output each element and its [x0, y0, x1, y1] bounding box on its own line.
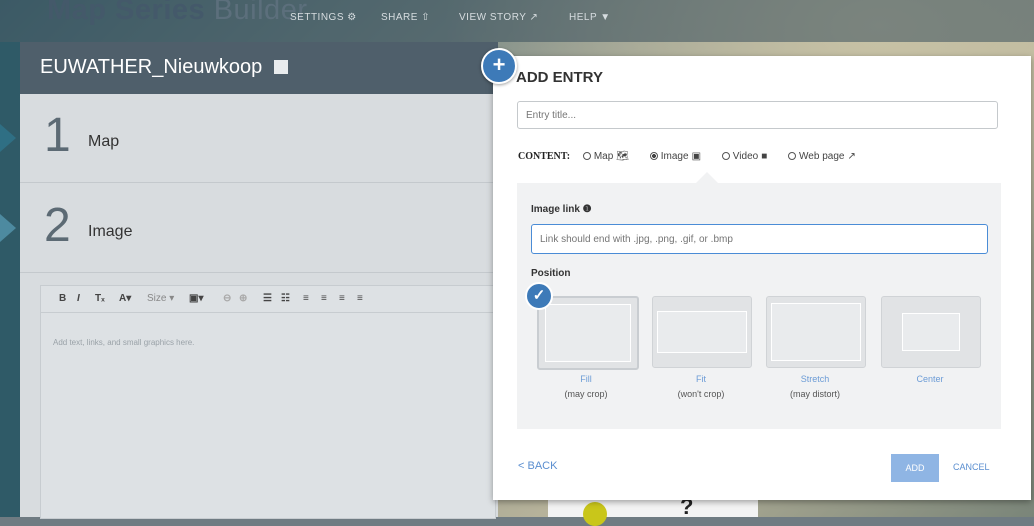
position-stretch-option[interactable]	[766, 296, 866, 368]
back-link[interactable]: < BACK	[518, 460, 557, 472]
app-header: Map Series Builder SETTINGS ⚙ SHARE ⇧ VI…	[0, 0, 1034, 42]
link-button[interactable]: ⊕	[239, 293, 247, 304]
map-marker-icon	[583, 502, 607, 526]
dialog-title: ADD ENTRY	[516, 69, 603, 86]
position-stretch-note: (may distort)	[789, 389, 840, 399]
align-center-button[interactable]: ≡	[321, 293, 327, 304]
position-fit-option[interactable]	[652, 296, 752, 368]
bullet-list-button[interactable]: ☷	[281, 293, 290, 304]
radio-webpage[interactable]	[788, 152, 797, 160]
video-icon: ■	[761, 151, 768, 162]
cancel-button[interactable]: CANCEL	[953, 462, 990, 472]
position-fill-note: (may crop)	[564, 389, 608, 399]
position-fit-preview	[657, 311, 747, 353]
position-fill-preview	[545, 304, 631, 362]
entry-number: 2	[44, 199, 71, 252]
map-preview-strip	[548, 497, 758, 517]
app-title: Map Series Builder	[47, 0, 307, 27]
unlink-button[interactable]: ⊖	[223, 293, 231, 304]
align-right-button[interactable]: ≡	[339, 293, 345, 304]
image-settings-panel: Image link ❶ Position ✓ Fill (may crop) …	[517, 183, 1001, 429]
media-button[interactable]: ▣▾	[189, 293, 203, 304]
content-type-row: CONTENT: Map 🗺︎ Image ▣ Video ■ Web page ↗	[518, 151, 856, 162]
entry-title-input[interactable]	[517, 101, 998, 129]
position-fit-note: (won't crop)	[677, 389, 725, 399]
bold-button[interactable]: B	[59, 293, 66, 304]
option-label: Map	[593, 151, 614, 162]
entry-label: Map	[88, 133, 120, 150]
entry-number: 1	[44, 109, 71, 162]
radio-map[interactable]	[582, 152, 591, 160]
image-link-label: Image link ❶	[531, 204, 592, 215]
editor-placeholder: Add text, links, and small graphics here…	[53, 338, 195, 347]
content-option-video[interactable]: Video ■	[721, 151, 768, 162]
external-link-icon: ↗	[847, 151, 856, 162]
nav-settings[interactable]: SETTINGS ⚙	[290, 12, 357, 23]
align-left-button[interactable]: ≡	[303, 293, 309, 304]
builder-panel: EUWATHER_Nieuwkoop 1 Map 2 Image B I Tₓ …	[0, 42, 498, 519]
add-entry-dialog: + ADD ENTRY CONTENT: Map🗺︎ Image▣ Video■…	[481, 48, 1031, 500]
story-title-text: EUWATHER_Nieuwkoop	[40, 56, 263, 78]
italic-button[interactable]: I	[77, 293, 80, 304]
edit-icon[interactable]	[273, 60, 288, 74]
font-color-button[interactable]: A▾	[119, 293, 131, 304]
nav-share[interactable]: SHARE ⇧	[381, 12, 430, 23]
content-option-image[interactable]: Image ▣	[649, 151, 702, 162]
position-center-label[interactable]: Center	[881, 374, 979, 384]
app-title-bold: Map Series	[47, 0, 206, 26]
entry-item-image[interactable]: 2 Image	[0, 184, 498, 273]
position-center-option[interactable]	[881, 296, 981, 368]
clear-format-button[interactable]: Tₓ	[95, 293, 105, 304]
entry-label: Image	[88, 223, 133, 240]
active-entry-arrow-icon	[0, 124, 16, 152]
editor-toolbar: B I Tₓ A▾ Size ▾ ▣▾ ⊖ ⊕ ☰ ☷ ≡ ≡ ≡ ≡	[41, 286, 495, 313]
story-title[interactable]: EUWATHER_Nieuwkoop	[40, 56, 288, 79]
position-fill-label[interactable]: Fill	[537, 374, 635, 384]
option-label: Image	[660, 151, 689, 162]
nav-help[interactable]: HELP ▼	[569, 12, 611, 23]
camera-icon: ▣	[691, 151, 702, 162]
position-stretch-label[interactable]: Stretch	[766, 374, 864, 384]
position-label: Position	[531, 268, 571, 279]
image-link-input[interactable]	[531, 224, 988, 254]
justify-button[interactable]: ≡	[357, 293, 363, 304]
option-label: Video	[732, 151, 759, 162]
plus-icon: +	[481, 48, 517, 84]
position-stretch-preview	[771, 303, 861, 361]
story-header: EUWATHER_Nieuwkoop	[20, 42, 498, 94]
position-fill-option[interactable]	[537, 296, 639, 370]
map-icon: 🗺︎	[616, 151, 629, 162]
option-label: Web page	[799, 151, 845, 162]
text-editor[interactable]: B I Tₓ A▾ Size ▾ ▣▾ ⊖ ⊕ ☰ ☷ ≡ ≡ ≡ ≡ Add …	[40, 285, 496, 519]
active-entry-arrow-icon	[0, 214, 16, 242]
size-dropdown[interactable]: Size ▾	[147, 293, 174, 304]
content-option-webpage[interactable]: Web page ↗	[788, 151, 856, 162]
entry-item-map[interactable]: 1 Map	[0, 94, 498, 183]
checkmark-icon: ✓	[525, 282, 553, 310]
nav-view-story[interactable]: VIEW STORY ↗	[459, 12, 538, 23]
position-fit-label[interactable]: Fit	[652, 374, 750, 384]
content-label: CONTENT:	[518, 151, 571, 162]
add-button[interactable]: ADD	[891, 454, 939, 482]
left-strip	[0, 42, 20, 517]
content-option-map[interactable]: Map 🗺︎	[582, 151, 629, 162]
position-center-preview	[902, 313, 960, 351]
radio-video[interactable]	[721, 152, 730, 160]
radio-image[interactable]	[649, 152, 658, 160]
selected-tab-pointer	[696, 172, 718, 183]
numbered-list-button[interactable]: ☰	[263, 293, 272, 304]
